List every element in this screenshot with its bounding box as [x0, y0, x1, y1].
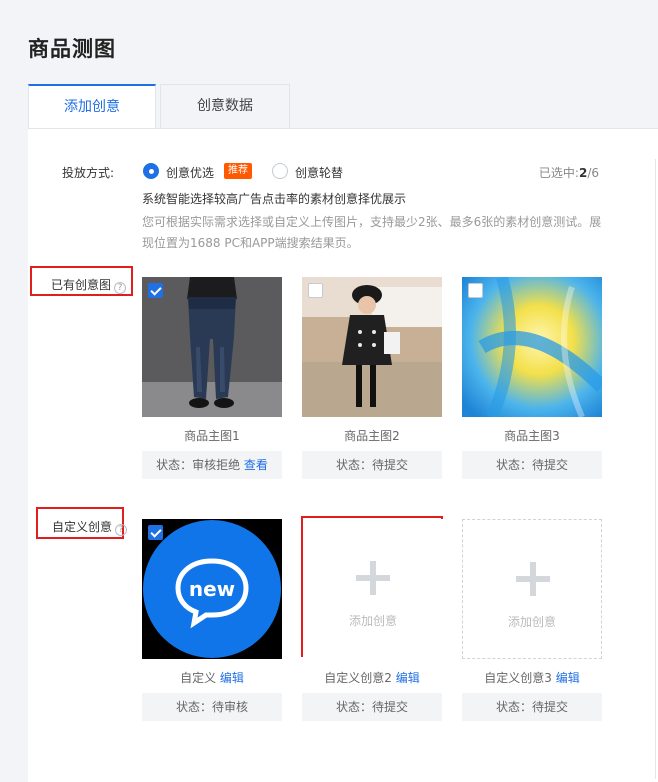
radio-optimize[interactable]: [143, 163, 159, 179]
content-panel: 投放方式: 创意优选 推荐 创意轮替 已选中:2/6 系统智能选择较高广告点击率…: [28, 128, 658, 782]
custom-caption-3: 自定义创意3 编辑: [462, 669, 602, 686]
radio-optimize-label[interactable]: 创意优选: [166, 164, 214, 181]
edit-link[interactable]: 编辑: [220, 671, 244, 685]
tab-add-creative[interactable]: 添加创意: [28, 84, 156, 129]
caption-text: 自定义创意2: [324, 671, 392, 685]
existing-status-1: 状态：审核拒绝 查看: [142, 451, 282, 479]
existing-caption-2: 商品主图2: [344, 429, 400, 443]
selected-prefix: 已选中:: [538, 166, 579, 180]
custom-image-1[interactable]: new: [142, 519, 282, 659]
custom-caption-2: 自定义创意2 编辑: [302, 669, 442, 686]
new-logo-image: new: [142, 519, 282, 659]
existing-caption-1: 商品主图1: [184, 429, 240, 443]
existing-caption-3: 商品主图3: [504, 429, 560, 443]
add-creative-button-3[interactable]: 添加创意: [462, 519, 602, 659]
windows-logo-image: [462, 277, 602, 417]
checkbox-existing-2[interactable]: [308, 283, 323, 298]
delivery-mode-label: 投放方式:: [62, 166, 115, 180]
status-text: 状态：审核拒绝: [156, 458, 241, 472]
recommend-badge: 推荐: [224, 163, 252, 179]
existing-image-3[interactable]: [462, 277, 602, 417]
help-icon[interactable]: ?: [114, 282, 127, 294]
mode-help-text: 您可根据实际需求选择或自定义上传图片，支持最少2张、最多6张的素材创意测试。展现…: [142, 215, 602, 250]
caption-text: 自定义: [180, 671, 217, 685]
add-creative-label: 添加创意: [348, 614, 397, 628]
custom-caption-1: 自定义 编辑: [142, 669, 282, 686]
custom-creatives-label: 自定义创意?: [52, 518, 128, 536]
existing-image-1[interactable]: [142, 277, 282, 417]
radio-rotate[interactable]: [272, 163, 288, 179]
existing-image-2[interactable]: [302, 277, 442, 417]
scrollbar-track[interactable]: [655, 159, 656, 779]
custom-status-2: 状态：待提交: [302, 693, 442, 721]
logo-text: new: [189, 577, 235, 601]
edit-link[interactable]: 编辑: [556, 671, 580, 685]
custom-status-3: 状态：待提交: [462, 693, 602, 721]
custom-status-1: 状态：待审核: [142, 693, 282, 721]
selected-total: /6: [587, 166, 599, 180]
mode-description: 系统智能选择较高广告点击率的素材创意择优展示: [142, 192, 407, 206]
plus-icon: [356, 561, 390, 595]
help-icon[interactable]: ?: [115, 524, 128, 536]
selected-count: 已选中:2/6: [539, 164, 599, 181]
caption-text: 自定义创意3: [484, 671, 552, 685]
checkbox-existing-3[interactable]: [468, 283, 483, 298]
existing-label-text: 已有创意图: [51, 278, 112, 292]
add-creative-label: 添加创意: [507, 615, 556, 629]
existing-status-3: 状态：待提交: [462, 451, 602, 479]
edit-link[interactable]: 编辑: [396, 671, 420, 685]
existing-creatives-label: 已有创意图?: [51, 276, 127, 294]
existing-status-2: 状态：待提交: [302, 451, 442, 479]
checkbox-existing-1[interactable]: [148, 283, 163, 298]
girl-photo: [302, 277, 442, 417]
view-link[interactable]: 查看: [244, 458, 268, 472]
plus-icon: [516, 562, 550, 596]
tab-creative-data[interactable]: 创意数据: [160, 84, 290, 128]
jeans-photo: [142, 277, 282, 417]
checkbox-custom-1[interactable]: [148, 525, 163, 540]
page-title: 商品测图: [28, 37, 116, 61]
radio-rotate-label[interactable]: 创意轮替: [295, 164, 343, 181]
add-creative-button-2[interactable]: 添加创意: [303, 519, 443, 659]
custom-label-text: 自定义创意: [52, 520, 113, 534]
